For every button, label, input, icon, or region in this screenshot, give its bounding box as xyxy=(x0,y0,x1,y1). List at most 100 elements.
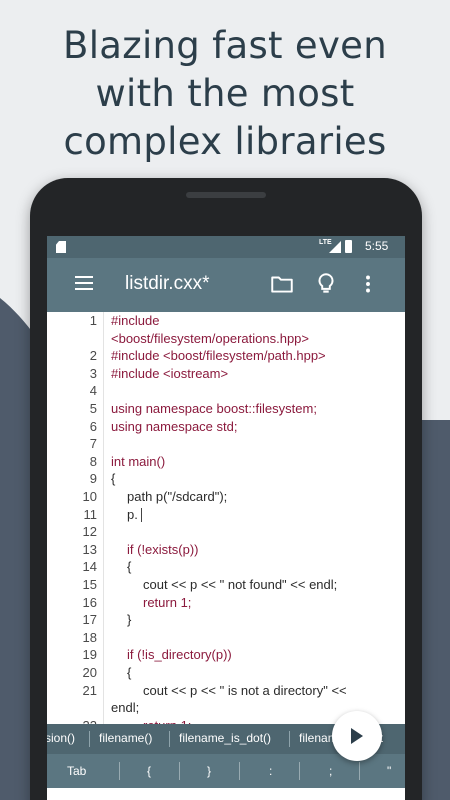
key-quote[interactable]: " xyxy=(387,764,391,778)
key-divider xyxy=(119,762,120,780)
key-divider xyxy=(239,762,240,780)
status-time: 5:55 xyxy=(365,239,389,253)
play-icon xyxy=(351,728,363,744)
status-bar: LTE 5:55 xyxy=(47,236,405,258)
key-divider xyxy=(179,762,180,780)
line-number: 4 xyxy=(89,383,97,399)
line-code: { xyxy=(127,559,132,575)
line-code: int main() xyxy=(111,453,166,469)
code-line: 10 path p("/sdcard"); xyxy=(47,488,405,506)
line-number: 13 xyxy=(82,541,97,557)
headline: Blazing fast even with the most complex … xyxy=(0,22,450,166)
line-number: 10 xyxy=(82,489,97,504)
code-line: 17 } xyxy=(47,611,405,629)
code-line: 11 p. xyxy=(47,506,405,524)
line-number: 9 xyxy=(89,471,97,487)
line-code: using namespace boost::filesystem; xyxy=(111,401,317,416)
key-open-brace[interactable]: { xyxy=(147,764,151,778)
line-number: 20 xyxy=(82,665,97,680)
battery-icon xyxy=(345,240,352,253)
headline-line-3: complex libraries xyxy=(63,120,387,163)
line-code: <boost/filesystem/operations.hpp> xyxy=(111,330,310,346)
key-semicolon[interactable]: ; xyxy=(329,764,332,778)
code-line: 3 #include <iostream> xyxy=(47,365,405,383)
line-number: 3 xyxy=(89,365,97,381)
code-line: 2 #include <boost/filesystem/path.hpp> xyxy=(47,347,405,365)
line-code: path p("/sdcard"); xyxy=(127,489,228,504)
line-code: #include xyxy=(111,313,160,328)
line-number: 6 xyxy=(89,418,97,434)
phone-screen: LTE 5:55 listdir.cxx* 1 #include <boost/… xyxy=(47,236,405,800)
code-line: 12 xyxy=(47,523,405,541)
line-number: 19 xyxy=(82,647,97,663)
line-number: 12 xyxy=(82,524,97,540)
code-line: 1 #include xyxy=(47,312,405,330)
line-number: 11 xyxy=(83,506,98,522)
sd-card-icon xyxy=(56,241,66,253)
suggestion-item[interactable]: filename_is_dot() xyxy=(179,731,271,745)
line-number: 17 xyxy=(82,612,97,628)
key-tab[interactable]: Tab xyxy=(67,764,86,778)
run-button[interactable] xyxy=(332,711,382,761)
suggestion-item[interactable]: sion() xyxy=(47,731,75,745)
code-line: 13 if (!exists(p)) xyxy=(47,541,405,559)
network-label: LTE xyxy=(319,239,332,246)
code-line: <boost/filesystem/operations.hpp> xyxy=(47,330,405,348)
code-line: 4 xyxy=(47,382,405,400)
line-code: endl; xyxy=(111,700,140,716)
code-line: 6 using namespace std; xyxy=(47,418,405,436)
line-code: cout << p << " not found" << endl; xyxy=(143,577,338,592)
line-code: #include <boost/filesystem/path.hpp> xyxy=(111,348,326,364)
line-code: cout << p << " is not a directory" << xyxy=(143,682,347,698)
line-number: 8 xyxy=(89,453,97,469)
line-number: 15 xyxy=(82,577,97,592)
more-vert-icon[interactable] xyxy=(355,271,381,297)
key-close-brace[interactable]: } xyxy=(207,764,211,778)
line-number: 1 xyxy=(89,313,97,328)
app-toolbar: listdir.cxx* xyxy=(47,258,405,312)
headline-line-1: Blazing fast even xyxy=(63,24,387,67)
headline-line-2: with the most xyxy=(95,72,355,115)
line-number: 16 xyxy=(82,594,97,610)
key-colon[interactable]: : xyxy=(269,764,272,778)
folder-icon[interactable] xyxy=(269,271,295,297)
code-line: 5 using namespace boost::filesystem; xyxy=(47,400,405,418)
phone-speaker xyxy=(186,192,266,198)
phone-frame: LTE 5:55 listdir.cxx* 1 #include <boost/… xyxy=(30,178,422,800)
code-line: 21 cout << p << " is not a directory" << xyxy=(47,682,405,700)
suggestion-divider xyxy=(89,731,90,747)
code-line: 18 xyxy=(47,629,405,647)
code-line: 16 return 1; xyxy=(47,594,405,612)
code-line: 14 { xyxy=(47,558,405,576)
line-number: 14 xyxy=(82,559,97,575)
code-editor[interactable]: 1 #include <boost/filesystem/operations.… xyxy=(47,312,405,733)
file-title: listdir.cxx* xyxy=(125,273,210,294)
text-cursor xyxy=(141,507,142,522)
menu-icon[interactable] xyxy=(75,276,93,290)
code-line: 9 { xyxy=(47,470,405,488)
line-code: #include <iostream> xyxy=(111,365,229,381)
suggestion-divider xyxy=(289,731,290,747)
line-number: 7 xyxy=(89,436,97,452)
code-line: 15 cout << p << " not found" << endl; xyxy=(47,576,405,594)
suggestion-item[interactable]: filename() xyxy=(99,731,152,745)
line-code: return 1; xyxy=(143,594,192,610)
line-code: if (!exists(p)) xyxy=(127,541,199,557)
code-line: 8 int main() xyxy=(47,453,405,471)
code-line: 19 if (!is_directory(p)) xyxy=(47,646,405,664)
line-number: 2 xyxy=(89,348,97,364)
line-number: 21 xyxy=(82,682,97,698)
line-code: { xyxy=(127,665,132,680)
line-code: p. xyxy=(127,506,138,522)
line-code: if (!is_directory(p)) xyxy=(127,647,232,663)
line-code: using namespace std; xyxy=(111,418,238,434)
key-divider xyxy=(299,762,300,780)
suggestion-divider xyxy=(169,731,170,747)
code-line: 20 { xyxy=(47,664,405,682)
line-number: 18 xyxy=(82,629,97,645)
code-line: 7 xyxy=(47,435,405,453)
line-code: { xyxy=(111,471,116,487)
line-code: } xyxy=(127,612,132,628)
lightbulb-icon[interactable] xyxy=(313,271,339,297)
key-divider xyxy=(359,762,360,780)
